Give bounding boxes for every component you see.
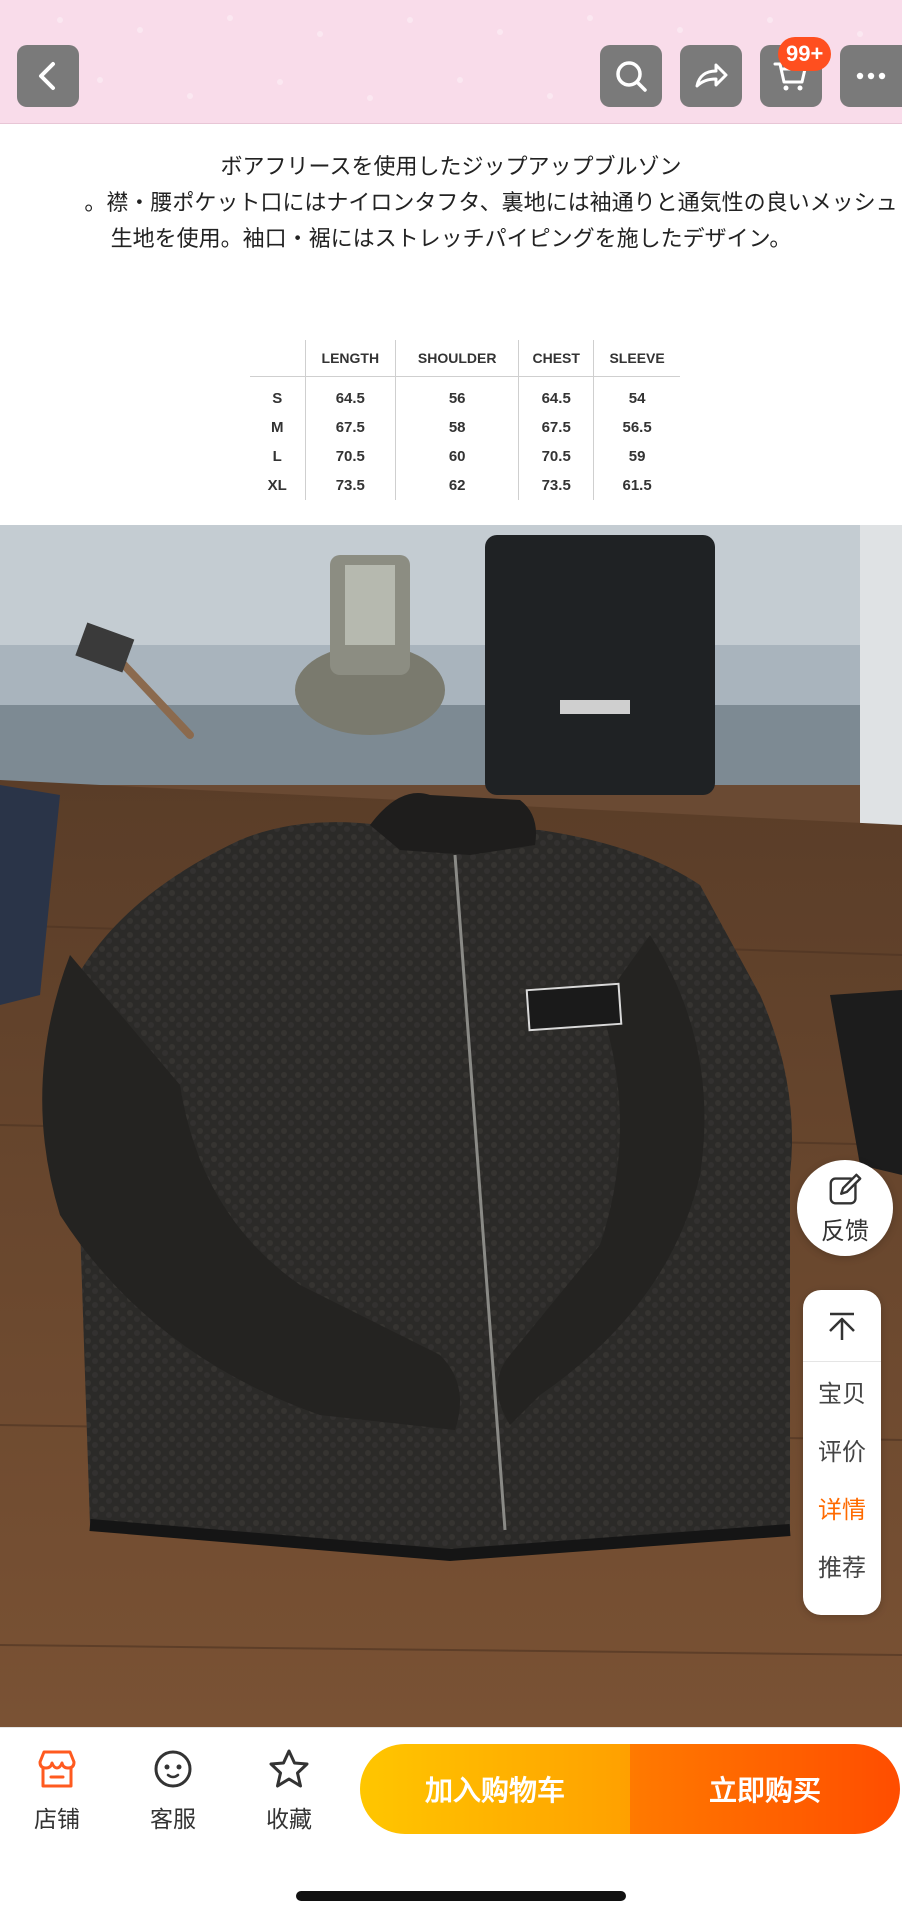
size-cell: 54: [593, 376, 680, 413]
side-nav-item-xiangqing[interactable]: 详情: [803, 1478, 881, 1536]
size-cell: 64.5: [518, 376, 594, 413]
shop-icon: [38, 1750, 76, 1788]
back-button[interactable]: [17, 45, 79, 107]
more-button[interactable]: [840, 45, 902, 107]
size-cell: 73.5: [304, 471, 396, 500]
size-cell: 67.5: [304, 413, 396, 442]
product-description: ボアフリースを使用したジップアップブルゾン 。襟・腰ポケット口にはナイロンタフタ…: [0, 150, 902, 258]
description-line-3: 生地を使用。袖口・裾にはストレッチパイピングを施したデザイン。: [110, 227, 792, 252]
floating-side-nav: 宝贝 评价 详情 推荐: [803, 1290, 881, 1615]
favorite-button[interactable]: 收藏: [249, 1746, 329, 1834]
table-row: S 64.5 56 64.5 54: [250, 376, 680, 413]
size-header-sleeve: SLEEVE: [593, 340, 680, 377]
size-cell: 67.5: [518, 413, 594, 442]
buy-now-button[interactable]: 立即购买: [630, 1744, 900, 1834]
size-cell: XL: [267, 477, 287, 494]
bottom-action-bar: 店铺 客服 收藏 加入购物车 立即购买: [0, 1727, 902, 1920]
feedback-label: 反馈: [821, 1216, 869, 1245]
star-icon: [269, 1749, 309, 1788]
more-icon: [856, 72, 886, 80]
table-row: M 67.5 58 67.5 56.5: [250, 413, 680, 442]
size-chart-table: LENGTH SHOULDER CHEST SLEEVE S 64.5 56 6…: [250, 340, 680, 500]
size-header-length: LENGTH: [304, 340, 396, 377]
back-to-top-icon: [829, 1312, 855, 1340]
size-cell: L: [272, 448, 282, 465]
side-nav-item-baobei[interactable]: 宝贝: [803, 1362, 881, 1420]
chevron-left-icon: [39, 62, 55, 90]
share-button[interactable]: [680, 45, 742, 107]
description-line-1: ボアフリースを使用したジップアップブルゾン: [220, 155, 682, 180]
size-cell: 61.5: [593, 471, 680, 500]
product-photo[interactable]: [0, 525, 902, 1730]
feedback-button[interactable]: 反馈: [797, 1160, 893, 1256]
size-table-header-row: LENGTH SHOULDER CHEST SLEEVE: [250, 340, 680, 377]
size-header-empty: [250, 340, 305, 377]
favorite-label: 收藏: [266, 1807, 312, 1833]
size-cell: S: [272, 390, 283, 408]
customer-service-label: 客服: [150, 1807, 196, 1833]
share-icon: [695, 63, 728, 88]
search-button[interactable]: [600, 45, 662, 107]
size-cell: 73.5: [518, 471, 594, 500]
cart-button[interactable]: 99+: [760, 37, 832, 107]
size-cell: 56.5: [593, 413, 680, 442]
customer-service-button[interactable]: 客服: [133, 1746, 213, 1834]
edit-icon: [829, 1173, 862, 1204]
home-indicator: [296, 1891, 626, 1901]
size-cell: 70.5: [304, 442, 396, 471]
size-cell: 59: [593, 442, 680, 471]
chat-face-icon: [154, 1750, 192, 1788]
back-to-top-button[interactable]: [803, 1290, 881, 1362]
size-cell: M: [271, 419, 284, 436]
top-nav-bar: 99+: [0, 0, 902, 124]
size-cell: 70.5: [518, 442, 594, 471]
size-cell: 62: [395, 471, 519, 500]
search-icon: [616, 61, 647, 92]
description-line-2: 。襟・腰ポケット口にはナイロンタフタ、裏地には袖通りと通気性の良いメッシュ: [84, 191, 898, 216]
size-header-shoulder: SHOULDER: [395, 340, 519, 377]
size-cell: 56: [395, 376, 519, 413]
table-row: XL 73.5 62 73.5 61.5: [250, 471, 680, 500]
size-cell: 64.5: [304, 376, 396, 413]
shop-label: 店铺: [34, 1807, 80, 1833]
size-cell: 58: [395, 413, 519, 442]
size-header-chest: CHEST: [518, 340, 594, 377]
jacket-photo-illustration: [0, 525, 902, 1730]
product-detail-page: 99+ ボアフリースを使用したジップアップブルゾン 。襟・腰ポケット口にはナイロ…: [0, 0, 902, 1920]
size-cell: 60: [395, 442, 519, 471]
cart-count-badge: 99+: [778, 37, 832, 71]
shop-button[interactable]: 店铺: [17, 1746, 97, 1834]
table-row: L 70.5 60 70.5 59: [250, 442, 680, 471]
side-nav-item-tuijian[interactable]: 推荐: [803, 1536, 881, 1594]
side-nav-item-pingjia[interactable]: 评价: [803, 1420, 881, 1478]
add-to-cart-button[interactable]: 加入购物车: [360, 1744, 630, 1834]
